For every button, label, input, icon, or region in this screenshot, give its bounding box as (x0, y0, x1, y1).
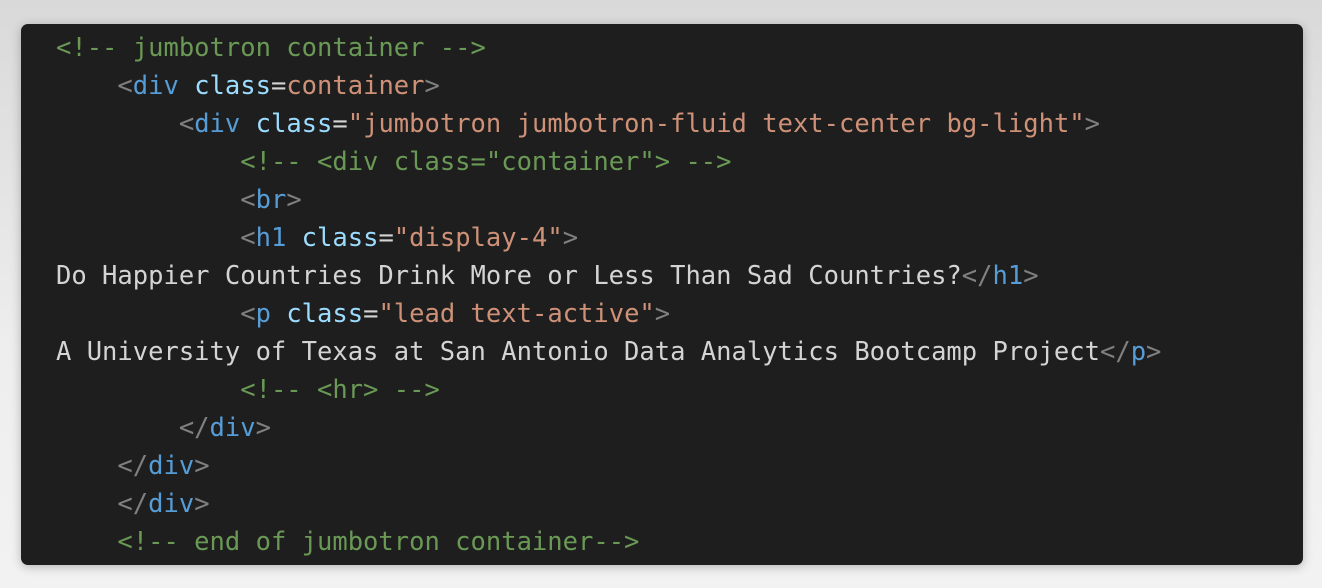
code-block: <!-- jumbotron container --> <div class=… (21, 24, 1303, 565)
bracket-token: > (654, 299, 671, 329)
bracket-token: < (240, 185, 256, 215)
code-line: <h1 class="display-4"> (56, 219, 1161, 257)
string-token: container (286, 71, 425, 101)
tag-name-token: div (194, 109, 241, 139)
code-line: <p class="lead text-active"> (56, 295, 1161, 333)
code-line: </div> (56, 485, 1161, 523)
comment-token: <!-- <div class="container"> --> (240, 147, 732, 177)
bracket-token: </ (117, 489, 149, 519)
comment-token: <!-- <hr> --> (240, 375, 440, 405)
equals-token: = (363, 299, 379, 329)
bracket-token: </ (117, 451, 149, 481)
code-line: </div> (56, 447, 1161, 485)
attribute-token: class (286, 299, 364, 329)
tag-name-token: p (255, 299, 271, 329)
bracket-token: > (194, 451, 210, 481)
comment-token: <!-- jumbotron container --> (56, 33, 486, 63)
text-token: A University of Texas at San Antonio Dat… (56, 337, 1100, 367)
attribute-token: class (194, 71, 271, 101)
bracket-token: > (562, 223, 579, 253)
code-line: <br> (56, 181, 1161, 219)
bracket-token: </ (1099, 337, 1131, 367)
tag-name-token: h1 (992, 261, 1024, 291)
equals-token: = (332, 109, 348, 139)
equals-token: = (378, 223, 394, 253)
tag-name-token: div (148, 451, 195, 481)
code-line: <div class="jumbotron jumbotron-fluid te… (56, 105, 1161, 143)
code-line: <!-- <hr> --> (56, 371, 1161, 409)
code-line: A University of Texas at San Antonio Dat… (56, 333, 1161, 371)
bracket-token: > (1084, 109, 1101, 139)
bracket-token: > (194, 489, 210, 519)
tag-name-token: div (148, 489, 195, 519)
bracket-token: < (178, 109, 195, 139)
string-token: "jumbotron jumbotron-fluid text-center b… (347, 109, 1085, 139)
bracket-token: > (286, 185, 302, 215)
bracket-token: > (255, 413, 271, 443)
bracket-token: > (424, 71, 440, 101)
bracket-token: > (1146, 337, 1162, 367)
bracket-token: < (240, 223, 256, 253)
attribute-token: class (255, 109, 333, 139)
code-line: <!-- jumbotron container --> (56, 29, 1161, 67)
tag-name-token: div (132, 71, 179, 101)
code-line: </div> (56, 409, 1161, 447)
tag-name-token: div (209, 413, 256, 443)
code-content: <!-- jumbotron container --> <div class=… (56, 29, 1161, 561)
tag-name-token: h1 (255, 223, 287, 253)
comment-token: <!-- end of jumbotron container--> (117, 527, 640, 557)
code-line: Do Happier Countries Drink More or Less … (56, 257, 1161, 295)
page-background: <!-- jumbotron container --> <div class=… (0, 0, 1322, 588)
string-token: "lead text-active" (378, 299, 655, 329)
tag-name-token: br (255, 185, 287, 215)
code-line: <div class=container> (56, 67, 1161, 105)
bracket-token: > (1023, 261, 1039, 291)
code-line: <!-- end of jumbotron container--> (56, 523, 1161, 561)
code-line: <!-- <div class="container"> --> (56, 143, 1161, 181)
bracket-token: </ (178, 413, 210, 443)
attribute-token: class (301, 223, 379, 253)
equals-token: = (270, 71, 287, 101)
tag-name-token: p (1130, 337, 1147, 367)
string-token: "display-4" (393, 223, 563, 253)
bracket-token: < (240, 299, 256, 329)
text-token: Do Happier Countries Drink More or Less … (56, 261, 962, 291)
bracket-token: </ (961, 261, 993, 291)
bracket-token: < (117, 71, 133, 101)
